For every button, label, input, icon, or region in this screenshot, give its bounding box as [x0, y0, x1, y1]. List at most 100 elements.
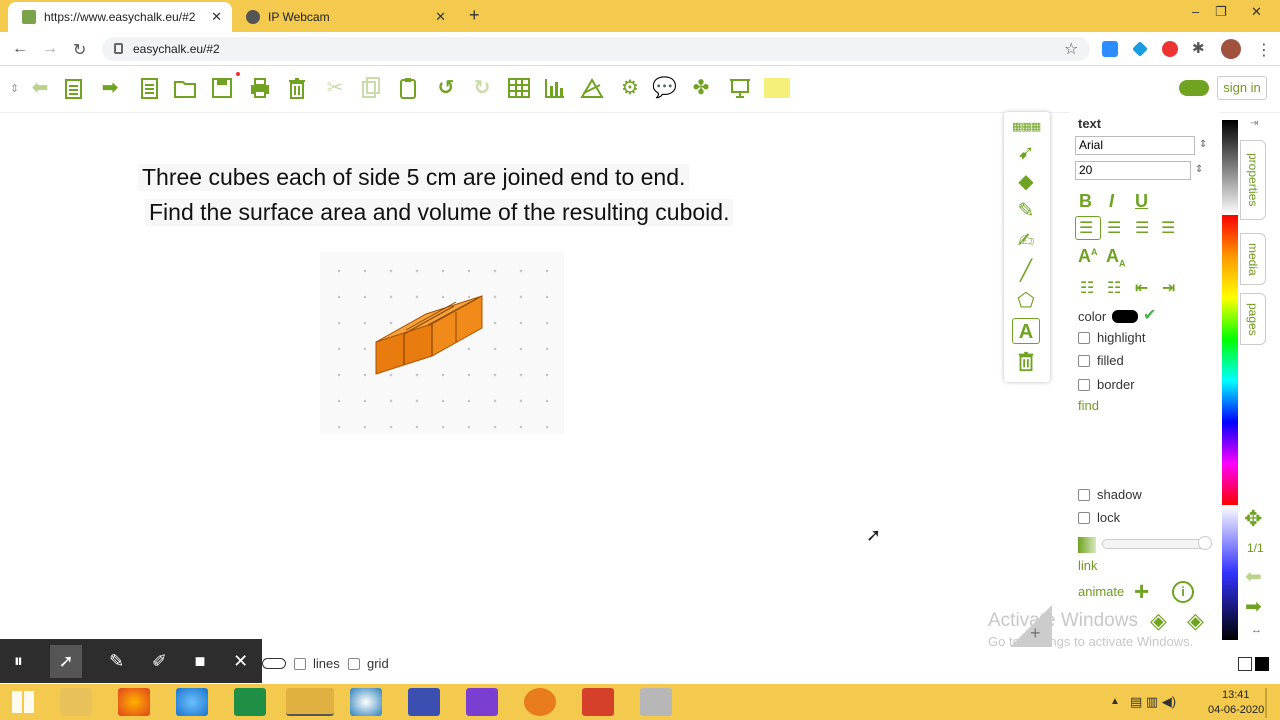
close-recording-icon[interactable]: ✕	[233, 651, 248, 672]
superscript-button[interactable]: AA	[1078, 246, 1098, 267]
profile-avatar[interactable]	[1221, 39, 1241, 59]
animate-label[interactable]: animate	[1078, 584, 1124, 599]
delete-icon[interactable]	[285, 76, 309, 100]
tab-easychalk[interactable]: https://www.easychalk.eu/#2 ✕	[8, 2, 232, 32]
extension-red-icon[interactable]	[1162, 41, 1178, 57]
next-page-icon[interactable]: ➡	[98, 76, 122, 100]
copy-icon[interactable]	[359, 76, 383, 100]
layer-down-icon[interactable]: ◈	[1150, 608, 1167, 634]
sticky-note-icon[interactable]	[764, 78, 790, 98]
cube-image[interactable]	[320, 252, 564, 434]
show-desktop-button[interactable]	[1265, 688, 1267, 718]
new-page-icon[interactable]	[62, 76, 86, 100]
file-explorer-icon[interactable]	[60, 688, 92, 716]
comment-icon[interactable]: 💬	[652, 76, 677, 100]
document-icon[interactable]	[138, 76, 162, 100]
table-icon[interactable]	[507, 76, 531, 100]
lock-option[interactable]: lock	[1078, 510, 1120, 525]
outdent-icon[interactable]: ⇤	[1135, 278, 1148, 298]
bold-button[interactable]: B	[1079, 191, 1092, 212]
cloud-upload-icon[interactable]	[1179, 80, 1209, 96]
border-option[interactable]: border	[1078, 377, 1135, 392]
background-white-icon[interactable]	[1238, 657, 1252, 671]
page-curl-plus-icon[interactable]: +	[1030, 623, 1041, 644]
move-icon[interactable]: ✥	[1244, 506, 1262, 532]
lines-checkbox[interactable]	[294, 658, 306, 670]
select-arrow-icon[interactable]: ➹	[1012, 140, 1040, 166]
reload-button[interactable]: ↻	[73, 40, 86, 60]
eraser-icon[interactable]: ◆	[1012, 169, 1040, 195]
open-folder-icon[interactable]	[173, 76, 197, 100]
grid-option[interactable]: grid	[348, 656, 389, 671]
numbered-list-icon[interactable]: ☷	[1107, 278, 1121, 298]
office-app-icon[interactable]	[582, 688, 614, 716]
indent-icon[interactable]: ⇥	[1162, 278, 1175, 298]
zoom-extension-icon[interactable]	[1102, 41, 1118, 57]
underline-button[interactable]: U	[1135, 191, 1148, 212]
cut-icon[interactable]: ✂	[323, 76, 347, 100]
justify-icon[interactable]: ☰	[1161, 218, 1175, 238]
line-icon[interactable]: ╱	[1012, 258, 1040, 284]
italic-button[interactable]: I	[1109, 191, 1114, 212]
presentation-icon[interactable]	[728, 76, 752, 100]
opacity-slider-handle[interactable]	[1198, 536, 1212, 550]
link-label[interactable]: link	[1078, 558, 1098, 573]
app-purple-icon[interactable]	[408, 688, 440, 716]
font-size-input[interactable]: 20	[1075, 161, 1191, 180]
align-center-icon[interactable]: ☰	[1107, 218, 1121, 238]
previous-page-icon[interactable]: ⬅	[28, 76, 52, 100]
butterfly-app-icon[interactable]	[524, 688, 556, 716]
extensions-puzzle-icon[interactable]: ✱	[1192, 39, 1205, 57]
background-black-icon[interactable]	[1255, 657, 1269, 671]
media-gallery-icon[interactable]: ⚙	[614, 76, 646, 100]
color-swatch[interactable]	[1112, 310, 1138, 323]
paste-icon[interactable]	[396, 76, 420, 100]
tab-ip-webcam[interactable]: IP Webcam ✕	[232, 2, 456, 32]
question-line-1[interactable]: Three cubes each of side 5 cm are joined…	[138, 164, 690, 191]
subscript-button[interactable]: AA	[1106, 246, 1126, 269]
start-icon[interactable]	[12, 691, 34, 713]
next-page-side-icon[interactable]: ➡	[1245, 594, 1262, 619]
signin-button[interactable]: sign in	[1217, 76, 1267, 100]
font-select-arrow-icon[interactable]: ⇕	[1199, 139, 1207, 150]
url-text[interactable]: easychalk.eu/#2	[133, 42, 220, 56]
undo-icon[interactable]: ↺	[434, 76, 458, 100]
tray-network-icon[interactable]: ▤ ▥ ◀)	[1130, 694, 1176, 710]
collapse-panel-icon[interactable]: ⇥	[1250, 118, 1258, 129]
print-icon[interactable]	[248, 76, 272, 100]
address-bar[interactable]	[102, 37, 1090, 61]
save-icon[interactable]	[210, 76, 234, 100]
add-animation-icon[interactable]: +	[1134, 578, 1149, 604]
clock-time[interactable]: 13:41	[1222, 689, 1250, 701]
tab-pages[interactable]: pages	[1240, 293, 1266, 345]
tab-media[interactable]: media	[1240, 233, 1266, 285]
palette-grip-icon[interactable]: ▦▦▦	[1012, 114, 1041, 140]
grid-checkbox[interactable]	[348, 658, 360, 670]
camera-icon[interactable]: ■	[195, 651, 206, 672]
new-tab-button[interactable]: +	[469, 5, 480, 26]
filled-option[interactable]: filled	[1078, 353, 1124, 368]
marker-icon[interactable]: ✐	[152, 651, 167, 672]
highlighter-icon[interactable]: ✍	[1012, 228, 1040, 254]
excel-icon[interactable]	[234, 688, 266, 716]
close-tab-icon[interactable]: ✕	[211, 9, 222, 25]
lines-option[interactable]: lines	[294, 656, 340, 671]
resize-horizontal-icon[interactable]: ↔	[1251, 624, 1262, 636]
pen-icon[interactable]: ✎	[1012, 198, 1040, 224]
clock-app-icon[interactable]	[350, 688, 382, 716]
back-button[interactable]: ←	[12, 40, 28, 58]
highlight-checkbox[interactable]	[1078, 332, 1090, 344]
chrome-taskbar-icon[interactable]	[286, 688, 334, 716]
trash-tool-icon[interactable]	[1012, 350, 1040, 376]
font-select[interactable]: Arial	[1075, 136, 1195, 155]
lock-checkbox[interactable]	[1078, 512, 1090, 524]
paint-app-icon[interactable]	[640, 688, 672, 716]
align-right-icon[interactable]: ☰	[1135, 218, 1149, 238]
chrome-menu-icon[interactable]: ⋮	[1256, 40, 1272, 60]
pointer-icon[interactable]: ➚	[50, 644, 82, 678]
toolbar-handle-icon[interactable]: ⇕	[10, 82, 19, 95]
close-window-button[interactable]: ✕	[1251, 4, 1262, 20]
close-tab-icon[interactable]: ✕	[435, 9, 446, 25]
text-tool-icon[interactable]: A	[1012, 318, 1040, 344]
restore-button[interactable]: ❐	[1215, 4, 1227, 20]
